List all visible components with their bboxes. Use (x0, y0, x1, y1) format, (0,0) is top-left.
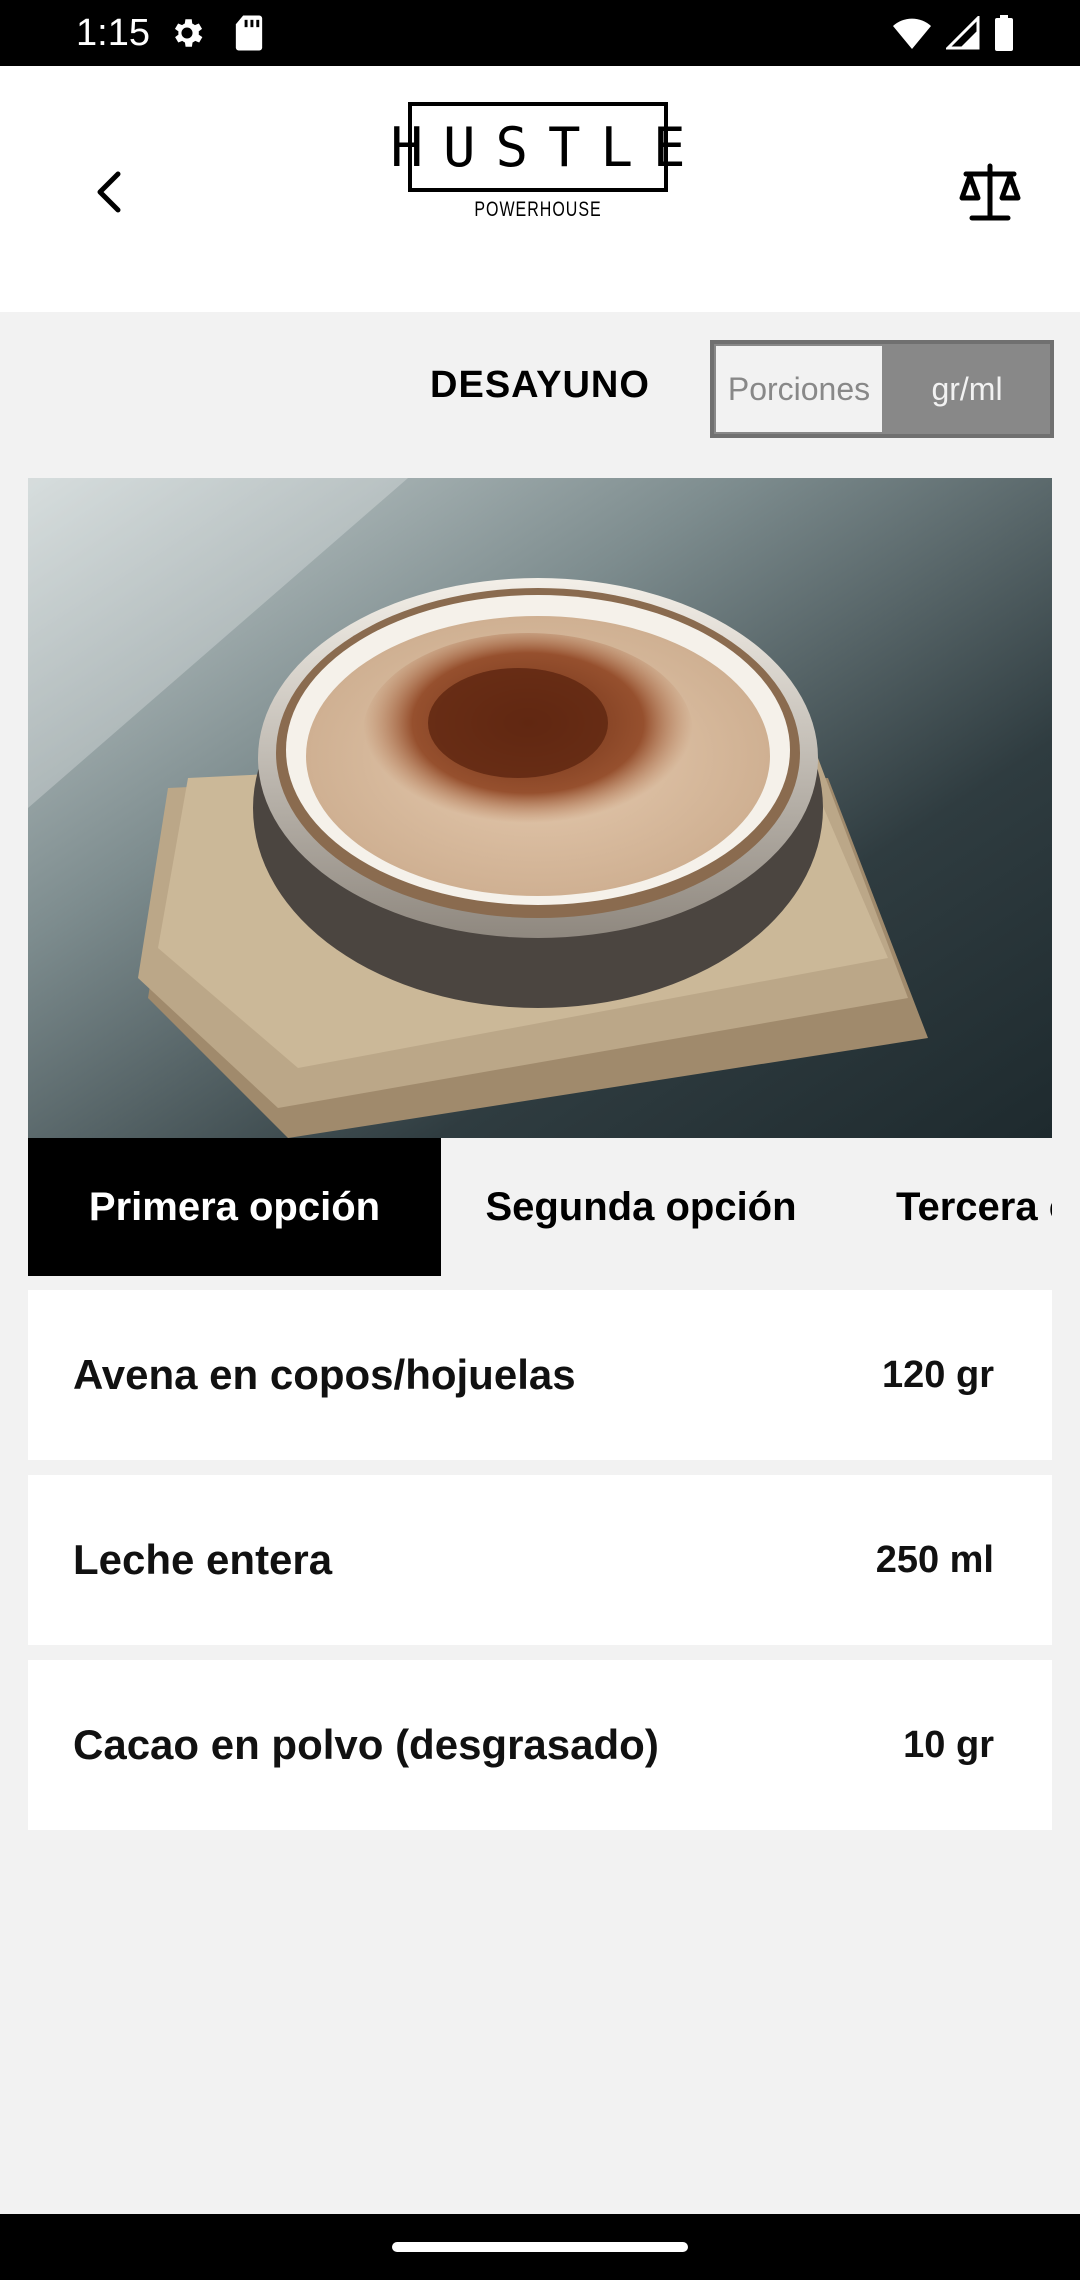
tab-primera-opcion[interactable]: Primera opción (28, 1138, 441, 1276)
ingredient-row: Avena en copos/hojuelas 120 gr (28, 1290, 1052, 1460)
brand-logo: HUSTLE (390, 102, 686, 192)
meal-title: DESAYUNO (430, 364, 650, 406)
logo-title: HUSTLE (390, 115, 706, 179)
tab-segunda-opcion[interactable]: Segunda opción (441, 1138, 841, 1276)
status-time: 1:15 (76, 12, 150, 54)
meal-photo (28, 478, 1052, 1138)
ingredient-quantity: 10 gr (903, 1723, 994, 1766)
option-tabs: Primera opción Segunda opción Tercera op… (28, 1138, 1052, 1276)
ingredient-name: Cacao en polvo (desgrasado) (73, 1721, 659, 1768)
battery-icon (995, 15, 1013, 51)
cellular-signal-icon (946, 16, 980, 50)
system-nav-bar (0, 2214, 1080, 2280)
ingredient-quantity: 120 gr (882, 1353, 994, 1396)
settings-gear-icon (174, 19, 203, 47)
back-arrow-icon[interactable] (86, 162, 132, 222)
balance-scale-icon[interactable] (958, 160, 1022, 224)
ingredient-row: Leche entera 250 ml (28, 1475, 1052, 1645)
ingredient-quantity: 250 ml (875, 1538, 994, 1581)
status-bar: 1:15 (0, 0, 1080, 66)
app-header: HUSTLE POWERHOUSE (0, 66, 1080, 312)
ingredient-name: Avena en copos/hojuelas (73, 1351, 576, 1398)
tab-tercera-opcion[interactable]: Tercera opción (896, 1138, 1052, 1276)
sd-card-icon (235, 15, 263, 51)
unit-toggle[interactable]: Porciones gr/ml (710, 340, 1054, 438)
logo-subtitle: POWERHOUSE (474, 199, 602, 222)
toggle-option-gr-ml[interactable]: gr/ml (884, 344, 1050, 434)
toggle-option-porciones[interactable]: Porciones (716, 346, 882, 432)
ingredient-row: Cacao en polvo (desgrasado) 10 gr (28, 1660, 1052, 1830)
wifi-icon (893, 18, 931, 49)
home-gesture-handle[interactable] (392, 2242, 688, 2252)
ingredient-name: Leche entera (73, 1536, 333, 1583)
